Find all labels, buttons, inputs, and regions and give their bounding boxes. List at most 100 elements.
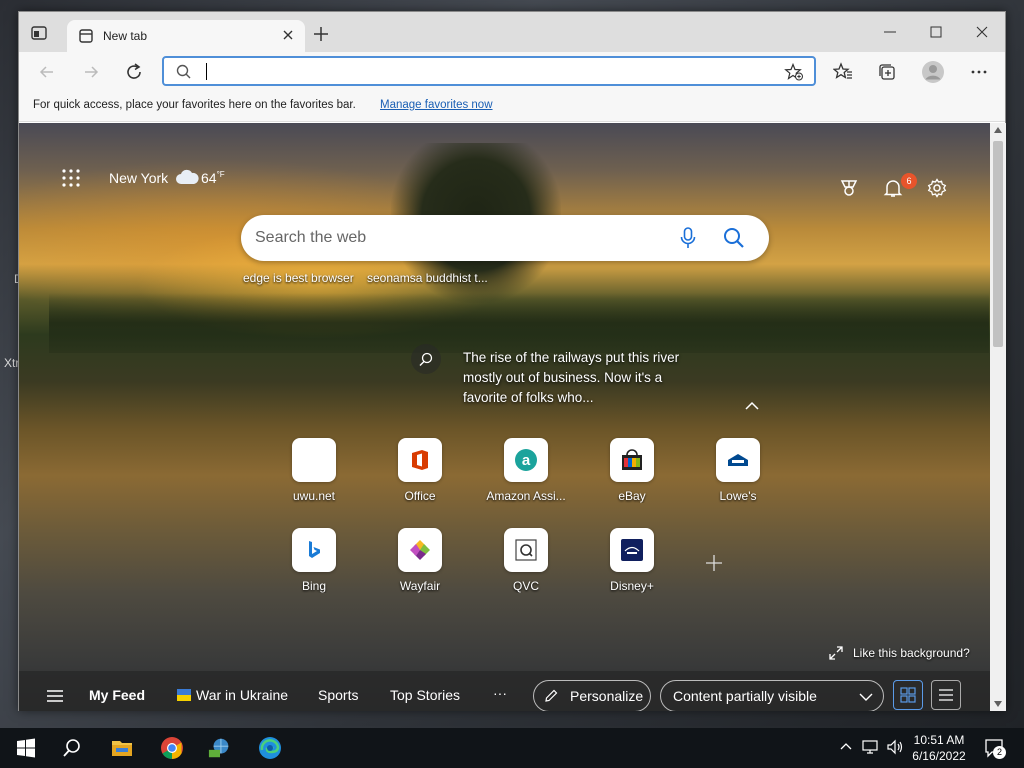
taskbar-search-icon[interactable] [60, 736, 84, 760]
search-submit-icon[interactable] [723, 227, 745, 249]
quick-link-tile[interactable]: QVC [476, 528, 576, 608]
quick-link-label: QVC [512, 579, 539, 593]
blank-icon [292, 438, 336, 482]
list-view-button[interactable] [931, 680, 961, 710]
volume-icon[interactable] [886, 739, 904, 755]
new-tab-button[interactable] [313, 26, 329, 42]
app-launcher-icon[interactable] [61, 168, 81, 188]
quick-link-tile[interactable]: uwu.net [264, 438, 364, 518]
close-tab-icon[interactable] [281, 28, 295, 42]
amazon-icon: a [515, 449, 537, 471]
scroll-down-arrow-icon[interactable] [994, 701, 1002, 707]
tab-title: New tab [103, 29, 148, 43]
disney-icon [621, 539, 643, 561]
search-icon [176, 64, 191, 79]
minimize-button[interactable] [867, 18, 913, 46]
network-icon[interactable] [862, 739, 880, 755]
web-search-input[interactable] [255, 226, 655, 250]
address-bar[interactable] [162, 56, 816, 86]
wayfair-icon [410, 540, 430, 560]
back-icon[interactable] [37, 62, 57, 82]
feed-tab-top-stories[interactable]: Top Stories [390, 687, 460, 703]
windows-start-icon[interactable] [14, 736, 38, 760]
list-view-icon [939, 689, 953, 701]
more-options-icon[interactable] [969, 62, 989, 82]
quick-link-tile[interactable]: Lowe's [688, 438, 788, 518]
refresh-icon[interactable] [124, 62, 144, 82]
chevron-down-icon [859, 693, 873, 701]
expand-icon [829, 646, 843, 660]
microphone-icon[interactable] [679, 227, 697, 249]
notification-count: 2 [993, 746, 1006, 759]
personalize-button[interactable]: Personalize [533, 680, 651, 711]
office-icon [412, 450, 428, 470]
system-clock[interactable]: 10:51 AM 6/16/2022 [912, 732, 966, 764]
quick-link-tile[interactable]: Disney+ [582, 528, 682, 608]
quick-link-label: Wayfair [399, 579, 441, 593]
network-globe-app-icon[interactable] [208, 736, 232, 760]
scrollbar-thumb[interactable] [993, 141, 1003, 347]
quick-link-label: Office [404, 489, 436, 503]
background-info-button[interactable] [411, 344, 441, 374]
chevron-up-icon[interactable] [745, 401, 759, 411]
web-search-box[interactable] [241, 215, 769, 261]
close-window-button[interactable] [959, 18, 1005, 46]
trending-search-link[interactable]: edge is best browser [243, 271, 354, 285]
quick-link-label: Disney+ [610, 579, 654, 593]
background-caption[interactable]: The rise of the railways put this river … [463, 348, 703, 408]
notifications-bell-icon[interactable] [883, 178, 903, 198]
forward-icon[interactable] [81, 62, 101, 82]
weather-city: New York [109, 170, 169, 186]
maximize-button[interactable] [913, 18, 959, 46]
ebay-icon [622, 449, 642, 470]
show-hidden-icons-chevron[interactable] [840, 742, 852, 750]
edge-browser-icon[interactable] [258, 736, 282, 760]
quick-link-tile[interactable]: Wayfair [370, 528, 470, 608]
quick-link-tile[interactable]: eBay [582, 438, 682, 518]
content-visibility-dropdown[interactable]: Content partially visible [660, 680, 884, 711]
feed-more-button[interactable]: ··· [493, 685, 507, 701]
maximize-icon [930, 26, 942, 38]
quick-link-tile[interactable]: a Amazon Assi... [476, 438, 576, 518]
settings-gear-icon[interactable] [927, 178, 947, 198]
content-visibility-value: Content partially visible [673, 688, 817, 704]
feed-tab-war-in-ukraine[interactable]: War in Ukraine [196, 687, 288, 703]
notifications-badge: 6 [901, 173, 917, 189]
grid-view-button[interactable] [893, 680, 923, 710]
tab-actions-icon[interactable] [31, 26, 47, 40]
profile-avatar-icon[interactable] [921, 60, 945, 84]
action-center-button[interactable]: 2 [984, 738, 1006, 761]
manage-favorites-link[interactable]: Manage favorites now [380, 99, 493, 111]
grid-view-icon [900, 687, 916, 703]
bing-icon [309, 541, 320, 558]
feed-tab-my-feed[interactable]: My Feed [89, 687, 145, 703]
clock-time: 10:51 AM [913, 733, 965, 747]
windows-taskbar: 10:51 AM 6/16/2022 2 [0, 728, 1024, 768]
add-site-icon[interactable] [705, 554, 723, 572]
scroll-up-arrow-icon[interactable] [994, 127, 1002, 133]
quick-link-label: Bing [301, 579, 327, 593]
weather-temp-value: 64 [201, 170, 217, 186]
minimize-icon [884, 31, 896, 33]
file-explorer-icon[interactable] [110, 736, 134, 760]
quick-link-label: Lowe's [719, 489, 757, 503]
magnifier-icon [419, 352, 433, 366]
chrome-icon[interactable] [160, 736, 184, 760]
qvc-icon [515, 539, 537, 561]
add-favorite-icon[interactable] [784, 63, 804, 81]
trending-search-link[interactable]: seonamsa buddhist t... [367, 271, 488, 285]
favorites-icon[interactable] [833, 62, 853, 82]
quick-link-tile[interactable]: Bing [264, 528, 364, 608]
tab-new-tab[interactable]: New tab [67, 20, 305, 52]
page-scrollbar[interactable] [990, 123, 1006, 711]
feed-tab-sports[interactable]: Sports [318, 687, 358, 703]
hamburger-menu-icon[interactable] [47, 690, 63, 702]
rewards-icon[interactable] [839, 178, 859, 198]
cloud-icon [176, 169, 199, 184]
clock-date: 6/16/2022 [912, 749, 966, 763]
address-input[interactable] [208, 60, 768, 82]
favorites-bar: For quick access, place your favorites h… [19, 90, 1005, 122]
text-cursor [206, 63, 207, 80]
collections-icon[interactable] [877, 62, 897, 82]
quick-link-tile[interactable]: Office [370, 438, 470, 518]
